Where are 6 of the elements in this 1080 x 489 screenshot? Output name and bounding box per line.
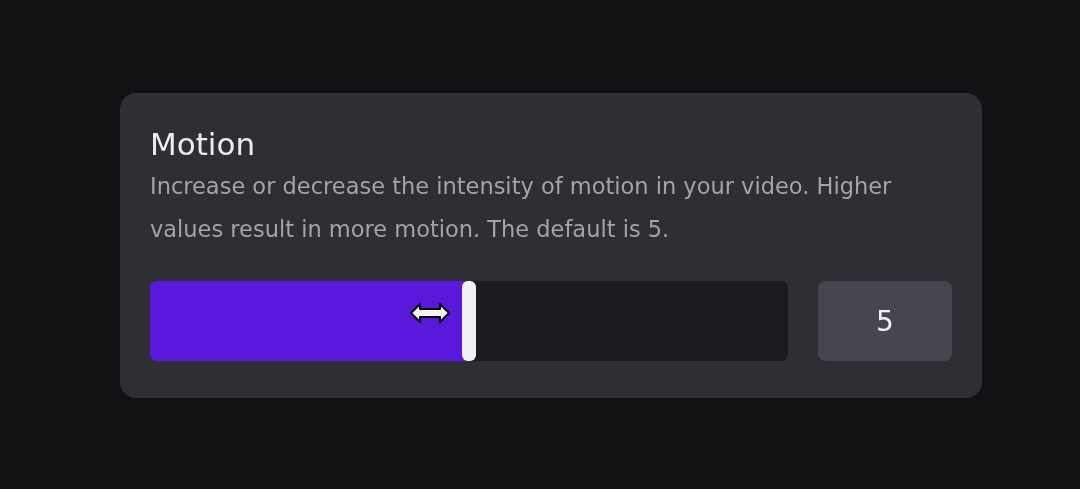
setting-title: Motion xyxy=(150,125,257,164)
resize-cursor-icon xyxy=(409,301,451,325)
slider-thumb[interactable] xyxy=(462,281,476,361)
slider-track[interactable] xyxy=(150,281,788,361)
setting-description: Increase or decrease the intensity of motion in your video. Higher values result in more motion. The default is 5. xyxy=(150,172,893,244)
value-field[interactable]: 5 xyxy=(818,281,952,361)
